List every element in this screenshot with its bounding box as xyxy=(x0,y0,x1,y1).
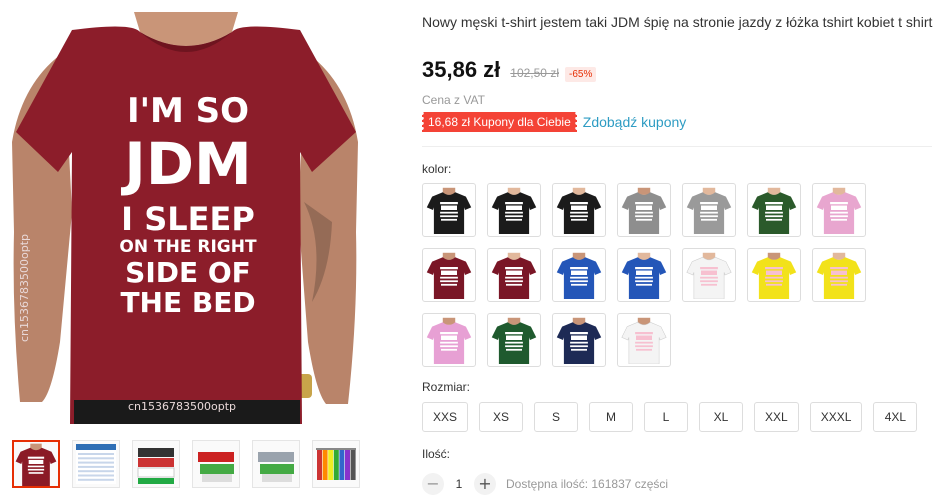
gallery-thumbnail[interactable] xyxy=(132,440,180,488)
color-swatch[interactable] xyxy=(682,248,736,302)
shirt-line-1: I'M SO xyxy=(127,91,249,131)
quantity-increase-button[interactable]: + xyxy=(474,473,496,495)
color-swatch[interactable] xyxy=(617,183,671,237)
swatch-shirt-image xyxy=(426,187,472,234)
color-swatch[interactable] xyxy=(422,313,476,367)
size-option[interactable]: XXS xyxy=(422,402,469,432)
color-swatch[interactable] xyxy=(422,183,476,237)
quantity-input[interactable] xyxy=(444,477,474,491)
color-swatch[interactable] xyxy=(812,248,866,302)
coupon-badge: 16,68 zł Kupony dla Ciebie xyxy=(420,112,579,132)
swatch-shirt-image xyxy=(686,252,732,299)
color-swatch[interactable] xyxy=(487,248,541,302)
swatch-shirt-image xyxy=(621,317,667,364)
swatch-shirt-image xyxy=(426,317,472,364)
thumbnail-image xyxy=(137,448,175,484)
swatch-shirt-image xyxy=(621,187,667,234)
swatch-shirt-image xyxy=(556,187,602,234)
size-label: Rozmiar: xyxy=(422,380,471,394)
swatch-shirt-image xyxy=(491,317,537,364)
swatch-shirt-image xyxy=(621,252,667,299)
gallery-thumbnail[interactable] xyxy=(12,440,60,488)
color-swatch[interactable] xyxy=(682,183,736,237)
current-price: 35,86 zł xyxy=(422,57,501,82)
swatch-shirt-image xyxy=(426,252,472,299)
color-swatch[interactable] xyxy=(617,248,671,302)
main-product-image[interactable]: I'M SO JDM I SLEEP ON THE RIGHT SIDE OF … xyxy=(12,12,358,424)
size-option[interactable]: M xyxy=(589,402,634,432)
color-swatch[interactable] xyxy=(812,183,866,237)
divider xyxy=(422,146,932,147)
watermark-bottom: cn1536783500optp xyxy=(128,400,236,413)
swatch-shirt-image xyxy=(491,187,537,234)
quantity-decrease-button[interactable]: − xyxy=(422,473,444,495)
watermark-side: cn1536783500optp xyxy=(18,234,31,342)
shirt-line-4: ON THE RIGHT xyxy=(119,237,257,257)
size-option[interactable]: XXL xyxy=(754,402,799,432)
size-option[interactable]: 4XL xyxy=(873,402,918,432)
shirt-line-6: THE BED xyxy=(120,286,255,319)
thumbnail-image xyxy=(316,448,356,480)
color-swatch[interactable] xyxy=(552,248,606,302)
color-swatch[interactable] xyxy=(552,183,606,237)
shirt-line-5: SIDE OF xyxy=(125,256,251,289)
discount-badge: -65% xyxy=(564,67,597,82)
price-row: 35,86 zł 102,50 zł -65% xyxy=(422,57,597,83)
color-swatch[interactable] xyxy=(747,183,801,237)
quantity-label: Ilość: xyxy=(422,447,451,461)
quantity-stepper: − + Dostępna ilość: 161837 części xyxy=(422,473,668,495)
color-swatch[interactable] xyxy=(552,313,606,367)
thumbnail-image xyxy=(258,452,294,482)
color-swatch[interactable] xyxy=(617,313,671,367)
thumbnail-image xyxy=(15,443,57,486)
thumbnail-image xyxy=(198,452,234,482)
thumbnail-strip xyxy=(12,440,360,488)
color-label: kolor: xyxy=(422,162,452,176)
vat-note: Cena z VAT xyxy=(422,93,485,107)
size-option[interactable]: S xyxy=(534,402,579,432)
swatch-shirt-image xyxy=(686,187,732,234)
size-option[interactable]: XXXL xyxy=(809,402,863,432)
size-option[interactable]: XS xyxy=(479,402,524,432)
color-swatch[interactable] xyxy=(487,313,541,367)
shirt-line-2: JDM xyxy=(120,130,251,198)
shirt-line-3: I SLEEP xyxy=(121,200,255,238)
gallery-thumbnail[interactable] xyxy=(72,440,120,488)
size-option[interactable]: XL xyxy=(699,402,744,432)
product-title: Nowy męski t-shirt jestem taki JDM śpię … xyxy=(422,14,933,30)
size-options: XXS XS S M L XL XXL XXXL 4XL xyxy=(422,402,918,432)
swatch-shirt-image xyxy=(556,252,602,299)
swatch-shirt-image xyxy=(816,187,862,234)
color-swatch[interactable] xyxy=(422,248,476,302)
gallery-thumbnail[interactable] xyxy=(312,440,360,488)
swatch-shirt-image xyxy=(751,187,797,234)
swatch-shirt-image xyxy=(816,252,862,299)
coupon-row: 16,68 zł Kupony dla Ciebie Zdobądź kupon… xyxy=(420,112,687,132)
original-price: 102,50 zł xyxy=(510,66,559,80)
color-swatch[interactable] xyxy=(487,183,541,237)
tshirt-illustration: I'M SO JDM I SLEEP ON THE RIGHT SIDE OF … xyxy=(12,12,358,424)
color-swatch[interactable] xyxy=(747,248,801,302)
get-coupons-link[interactable]: Zdobądź kupony xyxy=(583,114,687,130)
swatch-shirt-image xyxy=(491,252,537,299)
gallery-thumbnail[interactable] xyxy=(252,440,300,488)
thumbnail-image xyxy=(76,444,116,484)
size-option[interactable]: L xyxy=(644,402,689,432)
swatch-shirt-image xyxy=(556,317,602,364)
stock-available: Dostępna ilość: 161837 części xyxy=(506,477,669,491)
gallery-thumbnail[interactable] xyxy=(192,440,240,488)
swatch-shirt-image xyxy=(751,252,797,299)
color-options xyxy=(422,183,882,367)
